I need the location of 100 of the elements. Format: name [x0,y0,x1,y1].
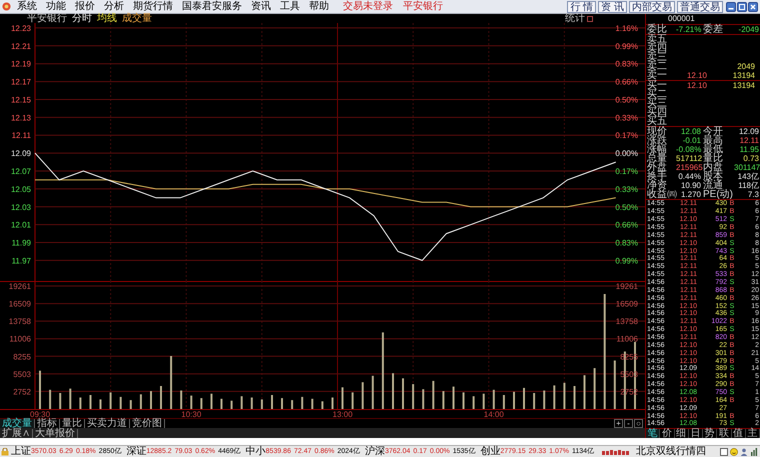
volume-label: 19261 [616,282,638,291]
field-label: 净资 [647,181,667,190]
field-label: 换手 [647,172,668,181]
order-volume: 13194 [732,71,756,80]
volume-label: 5503 [13,370,31,379]
price-label: 11.97 [12,256,31,266]
percent-label: 0.00% [615,149,638,158]
price-label: 12.15 [10,95,31,104]
volume-label: 13758 [8,317,31,326]
volume-label: 2752 [13,387,31,396]
percent-label: 0.50% [615,95,638,104]
price-label: 12.01 [10,220,31,230]
field-label: 现价 [647,127,668,136]
field-value: 1.270 [680,190,701,199]
field-value: 10.90 [680,181,701,190]
percent-label: 0.17% [615,131,638,140]
index-name: 上证 [11,446,31,457]
field-value: -0.08% [676,145,701,154]
order-label: 卖四 [647,44,668,53]
field-label: 最低 [702,145,724,154]
percent-label: 0.33% [615,184,638,194]
field-value: 301147 [734,163,760,172]
time-label: 13:00 [332,410,353,418]
price-label: 12.11 [12,131,31,140]
price-label: 12.21 [10,42,31,51]
order-volume: 13194 [732,81,756,90]
status-text: 交易未登录 [343,0,393,14]
price-label: 12.17 [10,78,31,87]
order-label: 买三 [647,99,668,108]
price-label: 12.13 [10,113,31,122]
volume-label: 16509 [8,300,31,309]
price-label: 11.99 [12,238,31,248]
time-label: 10:30 [181,410,202,418]
volume-label: 8255 [13,352,31,362]
field-value: -2049 [738,25,759,34]
field-value: 7.3 [746,190,759,199]
order-label: 买四 [647,108,668,117]
order-label: 卖二 [647,62,668,71]
percent-label: 0.83% [615,238,638,248]
field-value: 0.44% [677,172,701,181]
field-label: 收益㈣ [647,190,676,199]
price-label: 12.23 [10,24,31,33]
volume-label: 19261 [8,282,31,291]
field-value: 143亿 [736,172,759,181]
order-volume: 2049 [736,62,756,71]
volume-label: 11006 [616,334,638,344]
index-name: 中小 [246,446,266,457]
field-label: 内盘 [702,163,724,172]
percent-label: 0.66% [615,220,638,230]
field-value: -7.21% [676,25,701,34]
field-label: 最高 [702,136,724,145]
volume-label: 11006 [9,334,31,344]
percent-label: 0.66% [615,78,638,87]
order-label: 买二 [647,90,668,99]
field-label: 涨跌 [647,136,668,145]
percent-label: 0.83% [615,60,638,69]
field-label: 总量 [647,154,668,163]
percent-label: 1.16% [615,24,638,33]
field-value: -0.01 [682,136,701,145]
price-label: 12.03 [10,202,31,212]
order-price: 12.10 [686,81,707,90]
field-label: 涨幅 [647,145,668,154]
percent-label: 0.17% [615,167,638,176]
price-label: 12.07 [10,167,31,176]
time-label: 14:00 [484,410,504,418]
time-label: 09:30 [30,410,50,418]
volume-label: 16509 [616,300,638,309]
price-label: 12.19 [10,60,31,69]
field-label: 外盘 [647,163,668,172]
field-label: 委比 [647,25,668,34]
volume-label: 13758 [616,317,638,326]
percent-label: 0.33% [615,113,638,122]
status-text: 平安银行 [403,0,443,14]
field-label: 流通 [702,181,723,190]
order-label: 卖三 [647,53,668,62]
field-label: 委差 [702,25,724,34]
field-value: 118亿 [737,181,759,190]
field-value: 215965 [676,163,701,172]
stock-name: 平安银行 [27,14,67,23]
field-label: 量比 [702,154,724,163]
field-value: 12.08 [680,127,701,136]
server-label: 北京双线行情四 [636,446,706,457]
stock-code: 000001 [668,14,695,24]
order-label: 买五 [647,117,668,126]
price-label: 12.05 [10,184,31,194]
index-name: 创业 [480,446,500,457]
percent-label: 0.50% [615,202,638,212]
field-value: 0.73 [742,154,759,163]
order-label: 买一 [647,81,668,90]
percent-label: 0.99% [615,256,638,266]
order-price: 12.10 [686,71,707,80]
order-label: 卖一 [647,71,668,80]
field-value: 11.95 [738,145,759,154]
field-value: 517112 [676,154,701,163]
price-label: 12.09 [10,149,31,158]
field-label: 今开 [702,127,724,136]
order-label: 卖五 [647,35,668,44]
field-label: PE(动) [702,190,734,199]
index-name: 沪深 [364,446,385,457]
field-value: 12.11 [738,136,759,145]
